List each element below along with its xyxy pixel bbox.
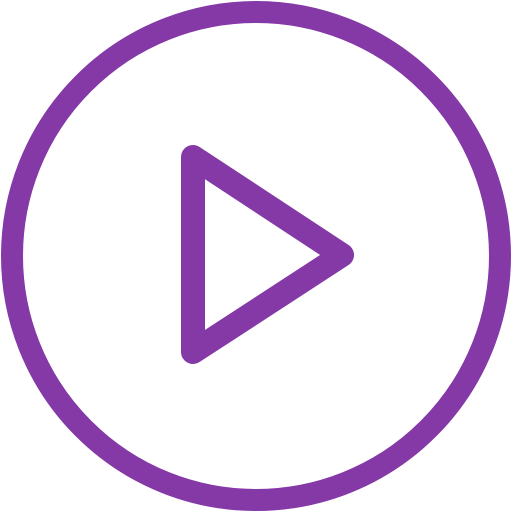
play-circle-icon — [1, 1, 511, 511]
play-button[interactable] — [0, 0, 512, 512]
play-triangle — [181, 145, 354, 364]
play-circle-outline — [1, 1, 511, 511]
